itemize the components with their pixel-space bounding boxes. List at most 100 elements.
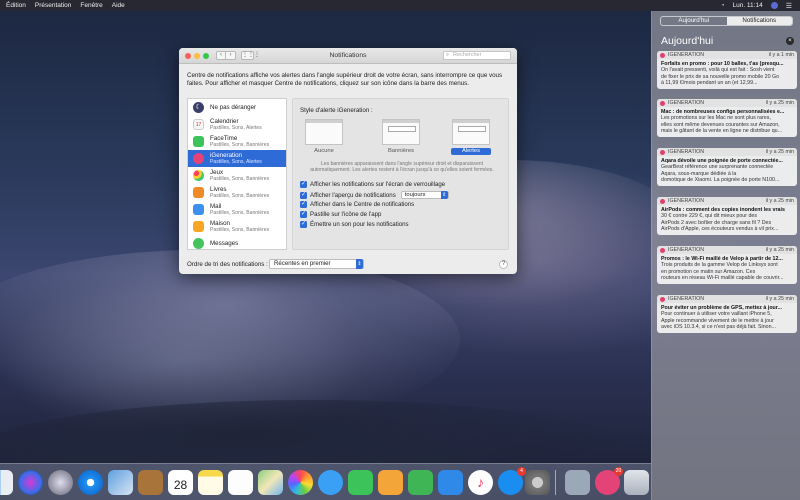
- photos-icon[interactable]: [288, 470, 313, 495]
- menu-edit[interactable]: Édition: [6, 2, 26, 9]
- style-thumb-alerts: [452, 119, 490, 145]
- notes-icon[interactable]: [198, 470, 223, 495]
- maps-icon[interactable]: [258, 470, 283, 495]
- app-row-jeux[interactable]: Jeux Pastilles, Sons, Bannières: [188, 167, 286, 184]
- app-settings-pane: Style d'alerte iGeneration : Aucune Bann…: [292, 98, 509, 250]
- option-label: Afficher l'aperçu de notifications: [310, 191, 396, 199]
- notif-line: AirPods d'Apple, ces écouteurs vendus à …: [661, 226, 779, 233]
- app-row-facetime[interactable]: FaceTime Pastilles, Sons, Bannières: [188, 133, 286, 150]
- notif-time: il y a 25 min: [765, 149, 794, 155]
- keynote-icon[interactable]: [438, 470, 463, 495]
- trash-icon[interactable]: [624, 470, 649, 495]
- checkbox-checked-icon[interactable]: ✓: [300, 221, 307, 228]
- option-show-in-nc[interactable]: ✓ Afficher dans le Centre de notificatio…: [300, 201, 414, 208]
- title-bar[interactable]: ‹ › ⋮⋮⋮ Notifications ⌕ Rechercher: [179, 48, 517, 64]
- igeneration-icon: [660, 52, 665, 58]
- notification-card[interactable]: IGENERATION il y a 25 min Promos : le Wi-…: [657, 246, 797, 284]
- preview-select-value: toujours: [404, 192, 426, 198]
- style-caption: Bannières: [387, 148, 415, 154]
- music-icon[interactable]: ♪: [468, 470, 493, 495]
- numbers-icon[interactable]: [408, 470, 433, 495]
- system-preferences-icon[interactable]: [525, 470, 550, 495]
- preview-select[interactable]: toujours ⇕: [400, 191, 449, 199]
- option-label: Émettre un son pour les notifications: [310, 221, 409, 228]
- preview-icon[interactable]: [108, 470, 133, 495]
- pages-icon[interactable]: [378, 470, 403, 495]
- igeneration-icon[interactable]: 20: [595, 467, 623, 495]
- notification-card[interactable]: IGENERATION il y a 25 min Aqara dévoile u…: [657, 148, 797, 186]
- sort-order-select[interactable]: Récentes en premier ⇕: [269, 259, 364, 269]
- style-option-alerts[interactable]: Alertes: [450, 119, 492, 155]
- dock: 28 ♪ 4 20: [0, 463, 651, 500]
- style-option-banners[interactable]: Bannières: [380, 119, 422, 155]
- app-name: Maison: [210, 220, 230, 227]
- option-preview[interactable]: ✓ Afficher l'aperçu de notifications tou…: [300, 191, 449, 199]
- style-thumb-banners: [382, 119, 420, 145]
- option-label: Afficher les notifications sur l'écran d…: [310, 181, 446, 188]
- messages-icon[interactable]: [318, 470, 343, 495]
- notification-center-icon[interactable]: ☰: [786, 2, 792, 10]
- notification-card[interactable]: IGENERATION il y a 25 min AirPods : comme…: [657, 197, 797, 235]
- option-lock-screen[interactable]: ✓ Afficher les notifications sur l'écran…: [300, 181, 445, 188]
- launchpad-icon[interactable]: [48, 470, 73, 495]
- siri-icon[interactable]: [18, 470, 43, 495]
- checkbox-checked-icon[interactable]: ✓: [300, 191, 307, 199]
- app-row-igeneration[interactable]: iGeneration Pastilles, Sons, Alertes: [188, 150, 286, 167]
- notebook-icon[interactable]: [138, 470, 163, 495]
- finder-icon[interactable]: [0, 470, 13, 495]
- app-name: FaceTime: [210, 135, 238, 142]
- tab-today[interactable]: Aujourd'hui: [661, 17, 727, 25]
- chevron-updown-icon: ⇕: [356, 259, 363, 269]
- notification-card[interactable]: IGENERATION il y a 25 min Mac : de nombre…: [657, 99, 797, 137]
- app-row-calendrier[interactable]: 17 Calendrier Pastilles, Sons, Alertes: [188, 116, 286, 133]
- search-input[interactable]: ⌕ Rechercher: [443, 51, 511, 60]
- clear-section-button[interactable]: ×: [786, 37, 794, 45]
- safari-icon[interactable]: [78, 470, 103, 495]
- app-row-maison[interactable]: Maison Pastilles, Sons, Bannières: [188, 218, 286, 235]
- option-sound[interactable]: ✓ Émettre un son pour les notifications: [300, 221, 409, 228]
- app-list[interactable]: ☾ Ne pas déranger 17 Calendrier Pastille…: [187, 98, 287, 250]
- wifi-icon[interactable]: ◔: [721, 3, 725, 9]
- folder-icon[interactable]: [565, 470, 590, 495]
- calendar-icon: 17: [193, 119, 204, 130]
- menu-window[interactable]: Fenêtre: [80, 2, 102, 9]
- notification-center: Aujourd'hui Notifications Aujourd'hui × …: [651, 11, 800, 500]
- notif-app: IGENERATION: [668, 296, 705, 302]
- reminders-icon[interactable]: [228, 470, 253, 495]
- app-row-mail[interactable]: Mail Pastilles, Sons, Bannières: [188, 201, 286, 218]
- checkbox-checked-icon[interactable]: ✓: [300, 211, 307, 218]
- notification-card[interactable]: IGENERATION il y a 25 min Pour éviter un …: [657, 295, 797, 333]
- app-name: Livres: [210, 186, 227, 193]
- nc-section-title: Aujourd'hui: [661, 35, 714, 47]
- menu-bar: Édition Présentation Fenêtre Aide ◔ Lun.…: [0, 0, 800, 11]
- user-icon[interactable]: [770, 2, 778, 9]
- notification-card[interactable]: IGENERATION il y a 1 min Forfaits en prom…: [657, 51, 797, 89]
- nc-tabs: Aujourd'hui Notifications: [660, 16, 793, 26]
- app-row-messages[interactable]: Messages: [188, 235, 286, 249]
- menu-view[interactable]: Présentation: [35, 2, 72, 9]
- game-center-icon: [193, 170, 204, 181]
- help-button[interactable]: ?: [499, 260, 508, 269]
- facetime-icon[interactable]: [348, 470, 373, 495]
- igeneration-badge: 20: [614, 467, 623, 476]
- app-sub: Pastilles, Sons, Bannières: [210, 210, 270, 216]
- sort-order-label: Ordre de tri des notifications :: [187, 261, 268, 268]
- checkbox-checked-icon[interactable]: ✓: [300, 181, 307, 188]
- app-name: Ne pas déranger: [210, 104, 257, 111]
- calendar-icon[interactable]: 28: [168, 470, 193, 495]
- app-row-ne-pas-deranger[interactable]: ☾ Ne pas déranger: [188, 99, 286, 116]
- style-option-none[interactable]: Aucune: [303, 119, 345, 155]
- tab-notifications[interactable]: Notifications: [726, 17, 792, 25]
- app-sub: Pastilles, Sons, Bannières: [210, 142, 270, 148]
- clock[interactable]: Lun. 11:14: [732, 2, 762, 9]
- alert-style-note: Les bannières apparaissent dans l'angle …: [310, 161, 494, 174]
- search-icon: ⌕: [446, 52, 450, 58]
- checkbox-checked-icon[interactable]: ✓: [300, 201, 307, 208]
- option-badge[interactable]: ✓ Pastille sur l'icône de l'app: [300, 211, 381, 218]
- igeneration-icon: [193, 153, 204, 164]
- app-store-icon[interactable]: 4: [498, 467, 526, 495]
- app-sub: Pastilles, Sons, Alertes: [210, 159, 262, 165]
- notif-time: il y a 25 min: [765, 296, 794, 302]
- app-row-livres[interactable]: Livres Pastilles, Sons, Bannières: [188, 184, 286, 201]
- menu-help[interactable]: Aide: [112, 2, 125, 9]
